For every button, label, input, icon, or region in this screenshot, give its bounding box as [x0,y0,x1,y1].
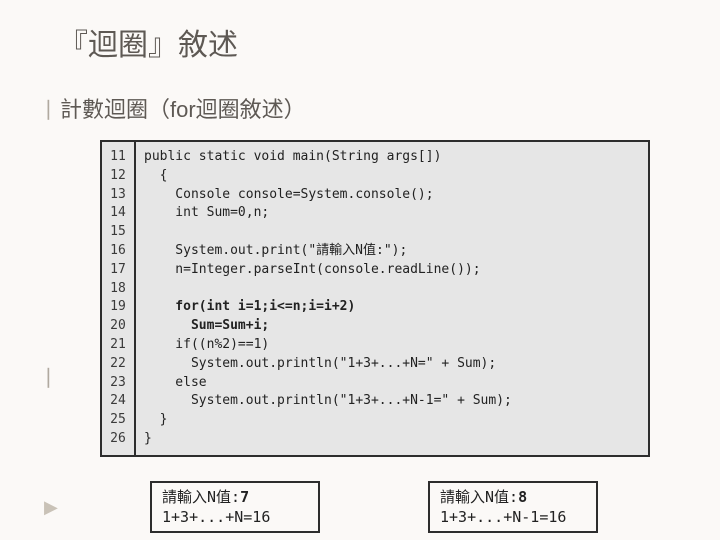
code-line: Sum=Sum+i; [144,317,512,336]
line-number: 19 [102,298,134,317]
line-number: 11 [102,148,134,167]
line-number-gutter: 11121314151617181920212223242526 [102,142,136,455]
chevron-icon: ❘ [40,92,60,121]
output-box-1: 請輸入N值:7 1+3+...+N=16 [150,481,320,534]
code-line: { [144,167,512,186]
output-box-2: 請輸入N值:8 1+3+...+N-1=16 [428,481,598,534]
subheading: 計數迴圈（for迴圈敘述） [60,92,306,124]
line-number: 23 [102,374,134,393]
code-block: 11121314151617181920212223242526 public … [100,140,650,457]
code-line: System.out.print("請輸入N值:"); [144,242,512,261]
line-number: 13 [102,186,134,205]
code-line: } [144,430,512,449]
line-number: 14 [102,204,134,223]
chevron-icon: ❘ [40,364,57,389]
code-line [144,280,512,299]
code-line: int Sum=0,n; [144,204,512,223]
bullet-subheading-row: ❘ 計數迴圈（for迴圈敘述） [40,92,680,124]
code-line: for(int i=1;i<=n;i=i+2) [144,298,512,317]
line-number: 18 [102,280,134,299]
code-line: } [144,411,512,430]
line-number: 21 [102,336,134,355]
line-number: 22 [102,355,134,374]
code-line: Console console=System.console(); [144,186,512,205]
line-number: 15 [102,223,134,242]
line-number: 12 [102,167,134,186]
code-line: System.out.println("1+3+...+N-1=" + Sum)… [144,392,512,411]
line-number: 16 [102,242,134,261]
line-number: 24 [102,392,134,411]
code-line: if((n%2)==1) [144,336,512,355]
output-row: 請輸入N值:7 1+3+...+N=16 請輸入N值:8 1+3+...+N-1… [150,481,680,534]
line-number: 20 [102,317,134,336]
code-line: System.out.println("1+3+...+N=" + Sum); [144,355,512,374]
code-body: public static void main(String args[]) {… [136,142,520,455]
code-line [144,223,512,242]
line-number: 25 [102,411,134,430]
line-number: 26 [102,430,134,449]
corner-icon: ▶ [44,497,58,518]
code-line: else [144,374,512,393]
code-line: n=Integer.parseInt(console.readLine()); [144,261,512,280]
line-number: 17 [102,261,134,280]
code-line: public static void main(String args[]) [144,148,512,167]
slide-title: 『迴圈』敘述 [0,20,720,64]
